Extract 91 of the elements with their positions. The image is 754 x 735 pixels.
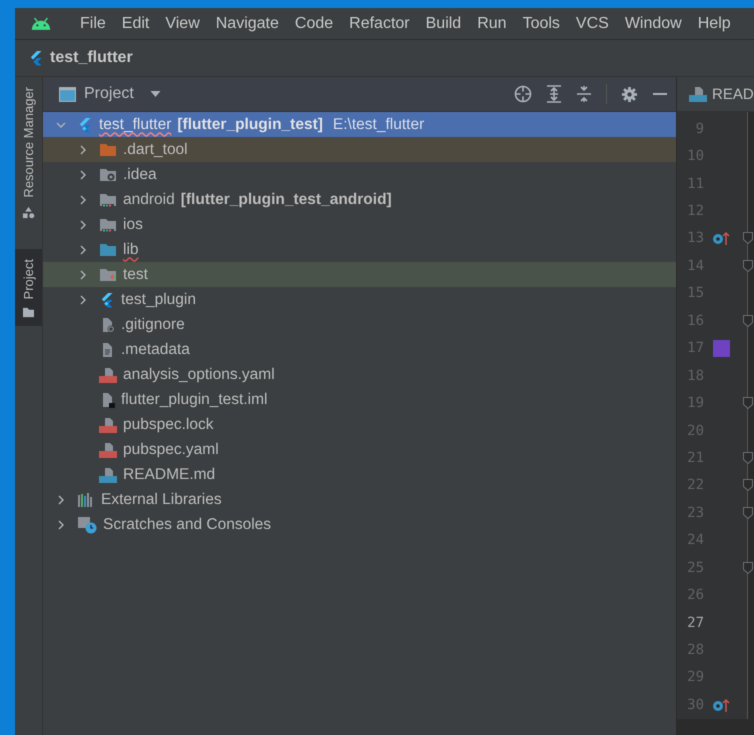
item-name: android — [123, 190, 175, 208]
expand-all-icon[interactable] — [546, 85, 562, 103]
file-icon — [99, 416, 117, 432]
override-marker-icon[interactable] — [712, 230, 730, 246]
view-selector[interactable]: Project — [59, 85, 161, 103]
item-name: .idea — [123, 166, 157, 184]
fold-icon[interactable] — [743, 232, 753, 244]
libraries-icon — [77, 492, 95, 508]
item-name: pubspec.yaml — [123, 440, 219, 458]
settings-icon[interactable] — [621, 86, 638, 102]
folder-icon — [99, 242, 117, 258]
fold-icon[interactable] — [743, 452, 753, 464]
item-path: E:\test_flutter — [332, 116, 424, 134]
color-swatch[interactable] — [712, 340, 730, 357]
menu-item[interactable]: File — [72, 14, 114, 32]
item-name: .gitignore — [121, 316, 185, 334]
item-name: .dart_tool — [123, 140, 188, 158]
folder-icon — [99, 216, 117, 232]
tree-row[interactable]: test_plugin — [43, 287, 676, 312]
folder-icon — [22, 307, 35, 318]
side-tab[interactable]: Project — [15, 248, 42, 326]
caret-icon — [150, 91, 161, 97]
item-name: External Libraries — [101, 490, 222, 508]
menu-item[interactable]: Refactor — [341, 14, 418, 32]
tree-row[interactable]: .metadata — [43, 337, 676, 362]
tree-row[interactable]: ios — [43, 212, 676, 237]
tree-row[interactable]: .idea — [43, 162, 676, 187]
tree-row[interactable]: android [flutter_plugin_test_android] — [43, 187, 676, 212]
tree-row[interactable]: .gitignore — [43, 312, 676, 337]
menu-item[interactable]: Help — [690, 14, 739, 32]
tree-row[interactable]: pubspec.yaml — [43, 437, 676, 462]
fold-icon[interactable] — [743, 562, 753, 574]
tree-row[interactable]: External Libraries — [43, 487, 676, 512]
fold-icon[interactable] — [743, 260, 753, 272]
fold-icon[interactable] — [743, 314, 753, 327]
menu-item[interactable]: Edit — [114, 14, 158, 32]
item-name: test_flutter — [99, 116, 172, 134]
tree-row[interactable]: README.md — [43, 462, 676, 487]
fold-icon[interactable] — [743, 479, 753, 492]
menu-item[interactable]: Code — [286, 14, 342, 32]
shapes-icon — [22, 206, 35, 219]
module-name: [flutter_plugin_test_android] — [180, 190, 392, 208]
scratches-icon — [77, 516, 97, 534]
item-name: test_plugin — [121, 290, 196, 308]
fold-icon[interactable] — [743, 397, 753, 410]
flutter-icon — [77, 116, 93, 132]
tree-row[interactable]: flutter_plugin_test.iml — [43, 387, 676, 412]
flutter-icon — [28, 50, 44, 66]
item-name: ios — [123, 216, 143, 234]
file-icon — [99, 442, 117, 458]
item-name: analysis_options.yaml — [123, 366, 275, 384]
menu-item[interactable]: Navigate — [208, 14, 287, 32]
project-title: test_flutter — [50, 49, 133, 67]
tree-row[interactable]: analysis_options.yaml — [43, 362, 676, 387]
menu-item[interactable]: VCS — [568, 14, 617, 32]
item-name: lib — [123, 240, 139, 258]
folder-icon — [99, 266, 117, 282]
item-name: pubspec.lock — [123, 416, 214, 434]
tree-row[interactable]: lib — [43, 237, 676, 262]
window-icon — [59, 86, 76, 102]
file-icon — [689, 86, 707, 102]
item-name: README.md — [123, 466, 216, 484]
editor-tab[interactable]: READ — [677, 77, 754, 112]
menu-item[interactable]: Window — [616, 14, 690, 32]
file-icon — [99, 466, 117, 482]
menu-item[interactable]: Run — [469, 14, 515, 32]
collapse-all-icon[interactable] — [576, 85, 592, 103]
item-name: .metadata — [121, 340, 190, 358]
menu-item[interactable]: Build — [418, 14, 470, 32]
item-name: flutter_plugin_test.iml — [121, 390, 268, 408]
tree-row[interactable]: pubspec.lock — [43, 412, 676, 437]
tree-row[interactable]: .dart_tool — [43, 137, 676, 162]
android-icon — [30, 17, 52, 30]
item-name: Scratches and Consoles — [103, 516, 272, 534]
override-marker-icon[interactable] — [712, 696, 730, 713]
item-name: test — [123, 266, 148, 284]
locate-icon[interactable] — [514, 85, 532, 103]
file-icon — [99, 366, 117, 382]
flutter-icon — [99, 292, 115, 308]
module-name: [flutter_plugin_test] — [177, 116, 323, 134]
line-number: 27 — [686, 614, 704, 631]
fold-icon[interactable] — [743, 506, 753, 519]
tree-row[interactable]: test — [43, 262, 676, 287]
folder-icon — [99, 166, 117, 182]
tree-row[interactable]: Scratches and Consoles — [43, 512, 676, 537]
menu-item[interactable]: View — [157, 14, 208, 32]
folder-icon — [99, 142, 117, 158]
folder-icon — [99, 192, 117, 208]
side-tab[interactable]: Resource Manager — [15, 77, 42, 227]
menu-item[interactable]: Tools — [514, 14, 568, 32]
tree-row[interactable]: test_flutter [flutter_plugin_test] E:\test_flutter — [43, 112, 676, 137]
